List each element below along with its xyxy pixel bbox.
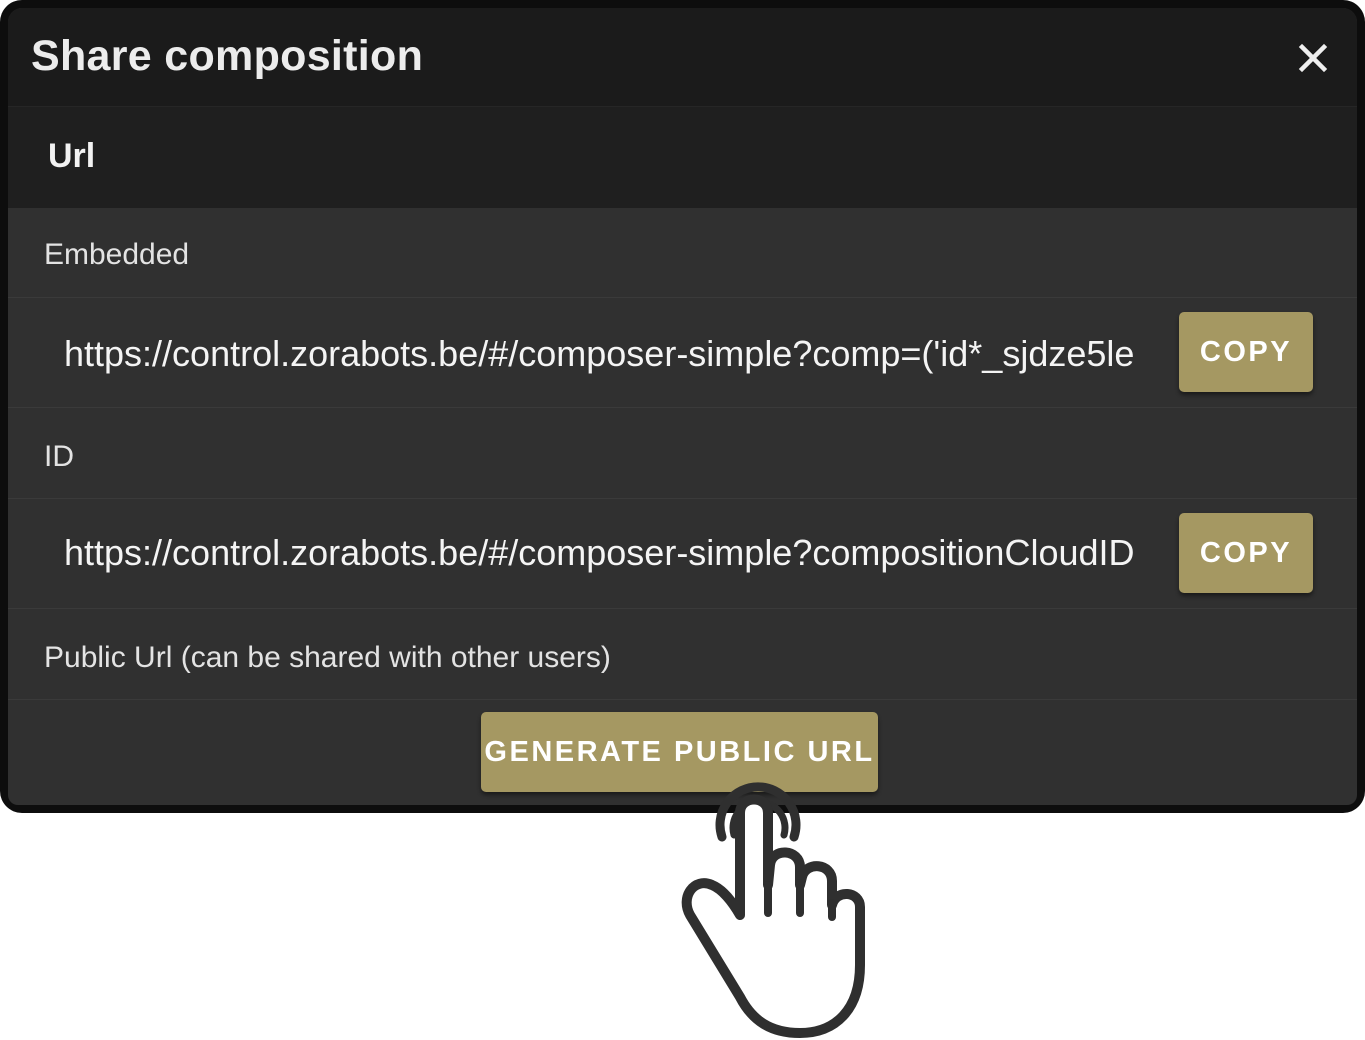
embedded-copy-button[interactable]: COPY: [1179, 312, 1313, 392]
share-composition-dialog: Share composition Url Embedded https://c…: [0, 0, 1365, 813]
dialog-body: Share composition Url Embedded https://c…: [8, 8, 1357, 805]
hand-pointer-icon: [681, 782, 865, 1038]
embedded-url-field[interactable]: https://control.zorabots.be/#/composer-s…: [64, 333, 1150, 375]
dialog-title-bar: Share composition: [8, 8, 1357, 106]
url-section-header[interactable]: Url: [8, 106, 1357, 208]
id-copy-button[interactable]: COPY: [1179, 513, 1313, 593]
id-url-field[interactable]: https://control.zorabots.be/#/composer-s…: [64, 532, 1150, 574]
id-label-row: ID: [8, 408, 1357, 499]
id-label: ID: [44, 440, 74, 473]
close-icon: [1298, 43, 1328, 73]
embedded-url-row: https://control.zorabots.be/#/composer-s…: [8, 298, 1357, 408]
embedded-label-row: Embedded: [8, 208, 1357, 298]
embedded-label: Embedded: [44, 238, 190, 271]
url-section-title: Url: [48, 137, 96, 175]
public-url-label-row: Public Url (can be shared with other use…: [8, 609, 1357, 700]
dialog-title: Share composition: [31, 32, 424, 80]
id-url-row: https://control.zorabots.be/#/composer-s…: [8, 499, 1357, 609]
close-button[interactable]: [1293, 38, 1333, 78]
public-url-label: Public Url (can be shared with other use…: [44, 641, 611, 674]
